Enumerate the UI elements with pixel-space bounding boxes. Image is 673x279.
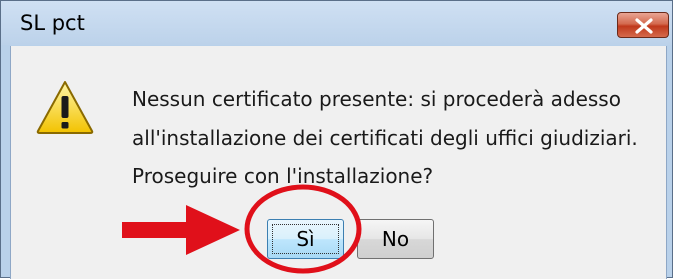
title-bar[interactable]: SL pct	[1, 1, 672, 45]
close-icon	[635, 18, 653, 34]
close-button[interactable]	[617, 12, 669, 38]
no-button[interactable]: No	[357, 219, 434, 259]
yes-button[interactable]: Sì	[267, 219, 344, 259]
message-line-1: Nessun certificato presente: si proceder…	[132, 87, 621, 111]
dialog-content: Nessun certificato presente: si proceder…	[10, 46, 667, 279]
no-button-label: No	[381, 227, 410, 251]
message-line-2: all'installazione dei certificati degli …	[132, 126, 638, 150]
window-title: SL pct	[20, 11, 85, 35]
focus-rectangle	[272, 224, 339, 254]
dialog-window: SL pct Nessun certificato presente: si p…	[0, 0, 673, 279]
warning-icon	[36, 81, 94, 134]
message-line-3: Proseguire con l'installazione?	[132, 164, 434, 188]
